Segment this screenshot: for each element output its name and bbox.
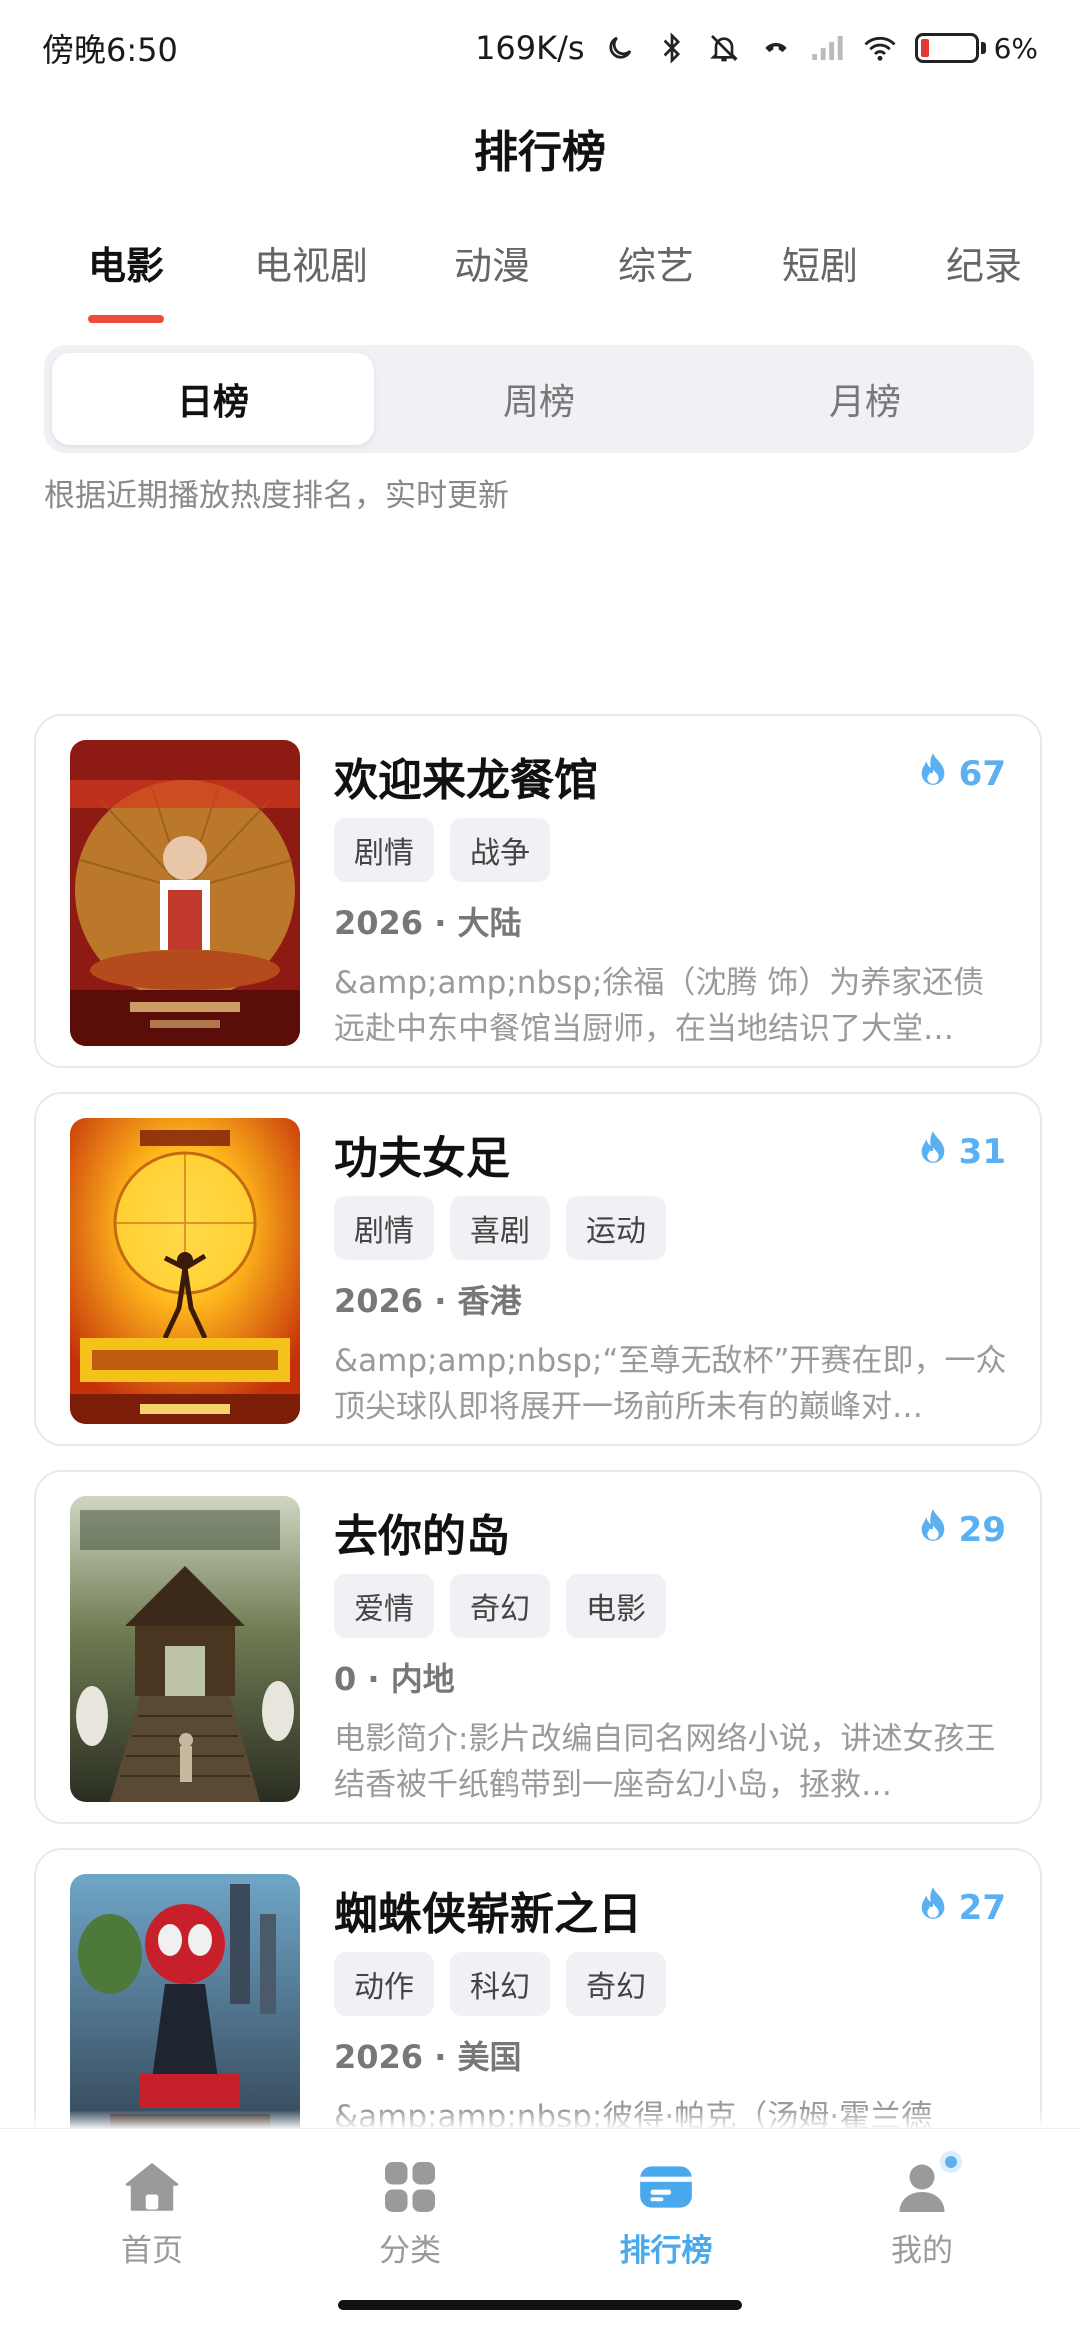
genre-tags: 爱情 奇幻 电影 xyxy=(334,1574,666,1638)
wifi-icon xyxy=(863,31,897,65)
item-meta: 2026 · 香港 xyxy=(334,1282,522,1320)
grid-icon xyxy=(378,2155,442,2219)
heat-score: 31 xyxy=(919,1130,1006,1173)
battery-icon: 6% xyxy=(914,31,1038,65)
fire-icon xyxy=(919,1886,947,1929)
nav-home[interactable]: 首页 xyxy=(52,2155,252,2270)
notification-dot xyxy=(940,2151,962,2173)
genre-tags: 剧情 喜剧 运动 xyxy=(334,1196,666,1260)
item-title: 欢迎来龙餐馆 xyxy=(334,755,598,806)
tab-anime[interactable]: 动漫 xyxy=(454,235,530,290)
user-icon xyxy=(890,2151,962,2219)
signal-icon xyxy=(811,31,845,65)
home-icon xyxy=(120,2155,184,2219)
period-daily[interactable]: 日榜 xyxy=(52,353,374,445)
heat-score: 27 xyxy=(919,1886,1006,1929)
fire-icon xyxy=(919,1508,947,1551)
tab-variety[interactable]: 综艺 xyxy=(618,235,694,290)
heat-value: 67 xyxy=(958,753,1006,794)
status-bar: 傍晚6:50 169K/s 6% xyxy=(0,0,1080,96)
item-description: 电影简介:影片改编自同名网络小说，讲述女孩王结香被千纸鹤带到一座奇幻小岛，拯救… xyxy=(334,1721,996,1803)
nav-category-label: 分类 xyxy=(379,2233,441,2269)
category-tabs: 电影 电视剧 动漫 综艺 短剧 纪录 xyxy=(0,225,1080,325)
home-indicator[interactable] xyxy=(338,2300,742,2310)
heat-value: 31 xyxy=(958,1131,1006,1172)
item-title: 蜘蛛侠崭新之日 xyxy=(334,1889,642,1940)
poster-image xyxy=(70,1496,300,1802)
poster-image xyxy=(70,740,300,1046)
battery-percent: 6% xyxy=(993,31,1038,65)
genre-tag: 爱情 xyxy=(334,1574,434,1638)
status-icons: 169K/s 6% xyxy=(475,29,1038,67)
nav-profile[interactable]: 我的 xyxy=(822,2151,1022,2270)
net-speed: 169K/s xyxy=(475,29,585,67)
nav-profile-label: 我的 xyxy=(891,2233,953,2269)
nav-ranking-label: 排行榜 xyxy=(619,2233,713,2269)
period-weekly[interactable]: 周榜 xyxy=(378,353,700,445)
heat-value: 29 xyxy=(958,1509,1006,1550)
item-description: &amp;amp;nbsp;“至尊无敌杯”开赛在即，一众顶尖球队即将展开一场前所… xyxy=(334,1343,1007,1425)
call-icon xyxy=(759,31,793,65)
heat-value: 27 xyxy=(958,1887,1006,1928)
genre-tag: 剧情 xyxy=(334,818,434,882)
tab-movie[interactable]: 电影 xyxy=(88,235,164,290)
genre-tag: 喜剧 xyxy=(450,1196,550,1260)
fire-icon xyxy=(919,1130,947,1173)
genre-tag: 动作 xyxy=(334,1952,434,2016)
genre-tag: 奇幻 xyxy=(450,1574,550,1638)
heat-score: 29 xyxy=(919,1508,1006,1551)
item-title: 功夫女足 xyxy=(334,1133,510,1184)
poster-image xyxy=(70,1118,300,1424)
ranking-icon xyxy=(634,2155,698,2219)
bell-off-icon xyxy=(707,31,741,65)
tab-tv[interactable]: 电视剧 xyxy=(254,235,368,290)
nav-ranking[interactable]: 排行榜 xyxy=(566,2155,766,2270)
genre-tag: 运动 xyxy=(566,1196,666,1260)
genre-tag: 奇幻 xyxy=(566,1952,666,2016)
list-item[interactable]: 功夫女足 31 剧情 喜剧 运动 2026 · 香港 &amp;amp;nbsp… xyxy=(34,1092,1042,1446)
genre-tag: 电影 xyxy=(566,1574,666,1638)
item-meta: 2026 · 大陆 xyxy=(334,904,522,942)
period-segmented-control: 日榜 周榜 月榜 xyxy=(44,345,1034,453)
tab-short-drama[interactable]: 短剧 xyxy=(782,235,858,290)
tab-documentary[interactable]: 纪录 xyxy=(946,235,1022,290)
genre-tags: 剧情 战争 xyxy=(334,818,550,882)
list-fade xyxy=(0,2110,1080,2130)
fire-icon xyxy=(919,752,947,795)
item-meta: 0 · 内地 xyxy=(334,1660,455,1698)
ranking-hint: 根据近期播放热度排名，实时更新 xyxy=(44,478,509,514)
genre-tags: 动作 科幻 奇幻 xyxy=(334,1952,666,2016)
active-tab-indicator xyxy=(88,315,164,323)
ranking-list: 欢迎来龙餐馆 67 剧情 战争 2026 · 大陆 &amp;amp;nbsp;… xyxy=(34,714,1042,2226)
genre-tag: 战争 xyxy=(450,818,550,882)
nav-category[interactable]: 分类 xyxy=(310,2155,510,2270)
list-item[interactable]: 欢迎来龙餐馆 67 剧情 战争 2026 · 大陆 &amp;amp;nbsp;… xyxy=(34,714,1042,1068)
bluetooth-icon xyxy=(655,31,689,65)
genre-tag: 剧情 xyxy=(334,1196,434,1260)
page-title: 排行榜 xyxy=(474,127,606,178)
heat-score: 67 xyxy=(919,752,1006,795)
genre-tag: 科幻 xyxy=(450,1952,550,2016)
item-meta: 2026 · 美国 xyxy=(334,2038,522,2076)
list-item[interactable]: 去你的岛 29 爱情 奇幻 电影 0 · 内地 电影简介:影片改编自同名网络小说… xyxy=(34,1470,1042,1824)
status-time: 傍晚6:50 xyxy=(42,31,178,69)
nav-home-label: 首页 xyxy=(121,2233,183,2269)
item-description: &amp;amp;nbsp;徐福（沈腾 饰）为养家还债远赴中东中餐馆当厨师，在当… xyxy=(334,965,985,1047)
moon-icon xyxy=(603,31,637,65)
item-title: 去你的岛 xyxy=(334,1511,510,1562)
period-monthly[interactable]: 月榜 xyxy=(704,353,1026,445)
